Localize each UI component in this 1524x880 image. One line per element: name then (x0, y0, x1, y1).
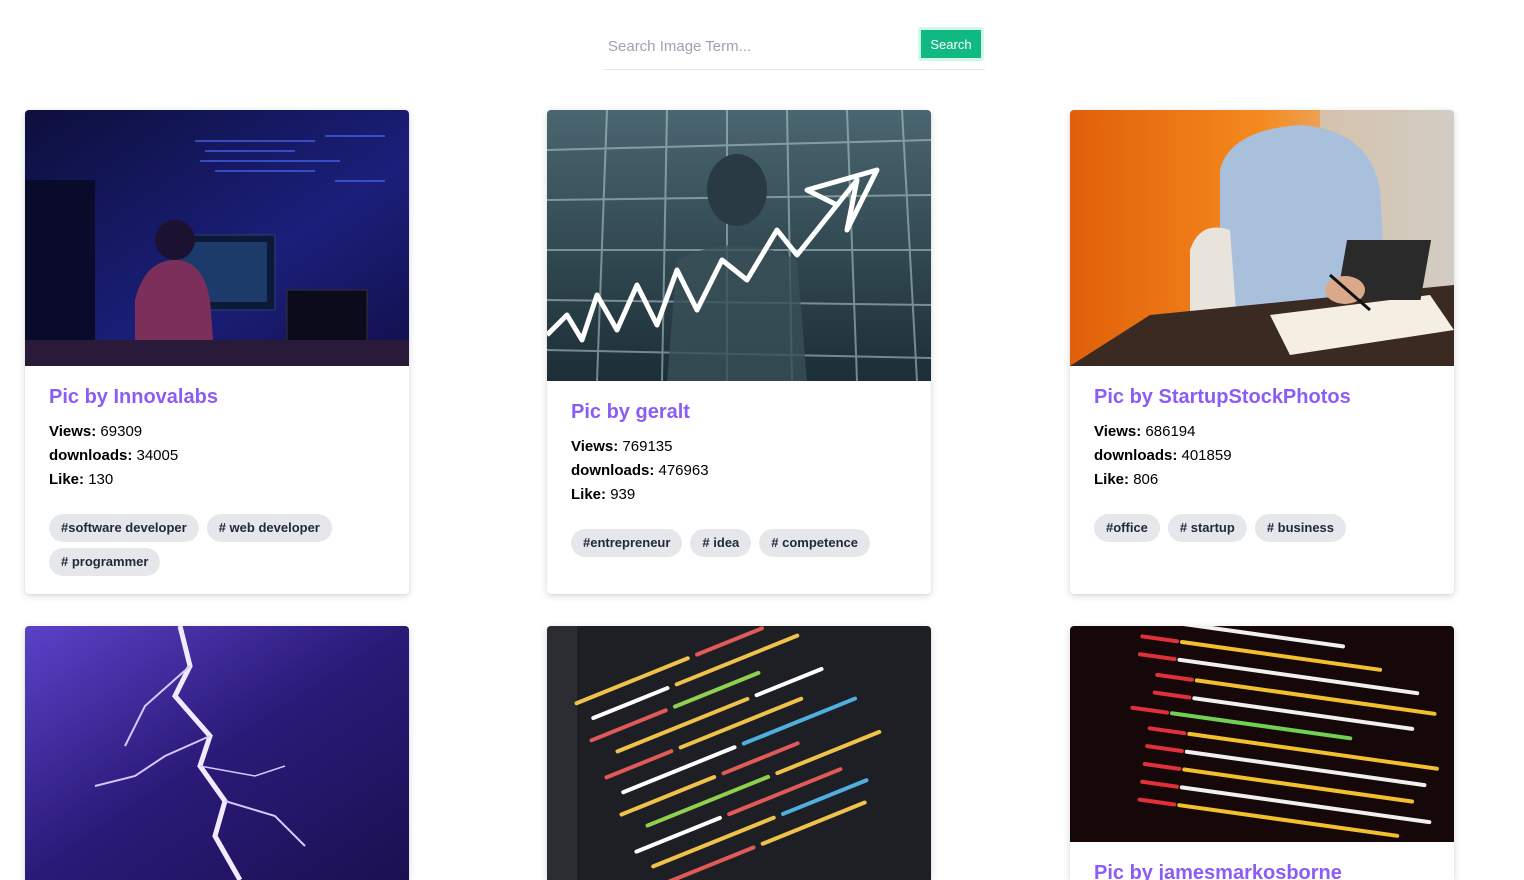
likes-label: Like: (571, 486, 607, 503)
card-image[interactable] (25, 626, 409, 880)
card-image[interactable] (1070, 626, 1454, 842)
tag-list: #software developer # web developer # pr… (25, 492, 409, 592)
tag[interactable]: # idea (690, 529, 752, 557)
search-input[interactable] (603, 27, 913, 66)
downloads-value: 476963 (658, 462, 709, 479)
views-stat: Views: 69309 (49, 420, 385, 444)
image-card (25, 626, 409, 880)
image-card: Pic by StartupStockPhotos Views: 686194 … (1070, 110, 1454, 594)
search-form: Search (603, 24, 985, 70)
downloads-value: 34005 (136, 447, 179, 464)
views-value: 769135 (622, 438, 673, 455)
likes-value: 939 (610, 486, 636, 503)
likes-stat: Like: 130 (49, 468, 385, 492)
tag[interactable]: # business (1254, 514, 1347, 542)
card-title: Pic by Innovalabs (49, 386, 218, 408)
views-value: 686194 (1145, 423, 1196, 440)
card-image[interactable] (547, 110, 931, 381)
image-card: Pic by geralt Views: 769135 downloads: 4… (547, 110, 931, 594)
likes-value: 130 (88, 471, 114, 488)
tag[interactable]: #office (1094, 514, 1160, 542)
image-card: Pic by Innovalabs Views: 69309 downloads… (25, 110, 409, 594)
likes-stat: Like: 806 (1094, 468, 1430, 492)
likes-stat: Like: 939 (571, 483, 907, 507)
downloads-label: downloads: (571, 462, 655, 479)
card-image[interactable] (1070, 110, 1454, 366)
views-label: Views: (1094, 423, 1142, 440)
image-card (547, 626, 931, 880)
tag[interactable]: # programmer (49, 548, 161, 576)
tag[interactable]: #entrepreneur (571, 529, 683, 557)
likes-label: Like: (1094, 471, 1130, 488)
views-label: Views: (49, 423, 97, 440)
card-image[interactable] (25, 110, 409, 366)
likes-value: 806 (1133, 471, 1159, 488)
tag[interactable]: # web developer (206, 514, 332, 542)
downloads-stat: downloads: 401859 (1094, 444, 1430, 468)
downloads-value: 401859 (1181, 447, 1232, 464)
tag[interactable]: # startup (1167, 514, 1247, 542)
downloads-stat: downloads: 476963 (571, 459, 907, 483)
tag[interactable]: # competence (759, 529, 870, 557)
views-label: Views: (571, 438, 619, 455)
tag-list: #office # startup # business (1070, 492, 1454, 558)
card-image[interactable] (547, 626, 931, 880)
downloads-label: downloads: (49, 447, 133, 464)
card-title: Pic by geralt (571, 401, 690, 423)
card-title: Pic by StartupStockPhotos (1094, 386, 1351, 408)
downloads-label: downloads: (1094, 447, 1178, 464)
image-card: Pic by jamesmarkosborne (1070, 626, 1454, 880)
card-title: Pic by jamesmarkosborne (1094, 862, 1342, 880)
downloads-stat: downloads: 34005 (49, 444, 385, 468)
tag[interactable]: #software developer (49, 514, 199, 542)
views-stat: Views: 686194 (1094, 420, 1430, 444)
views-value: 69309 (100, 423, 143, 440)
tag-list: #entrepreneur # idea # competence (547, 507, 931, 573)
views-stat: Views: 769135 (571, 435, 907, 459)
search-button[interactable]: Search (918, 27, 984, 61)
likes-label: Like: (49, 471, 85, 488)
